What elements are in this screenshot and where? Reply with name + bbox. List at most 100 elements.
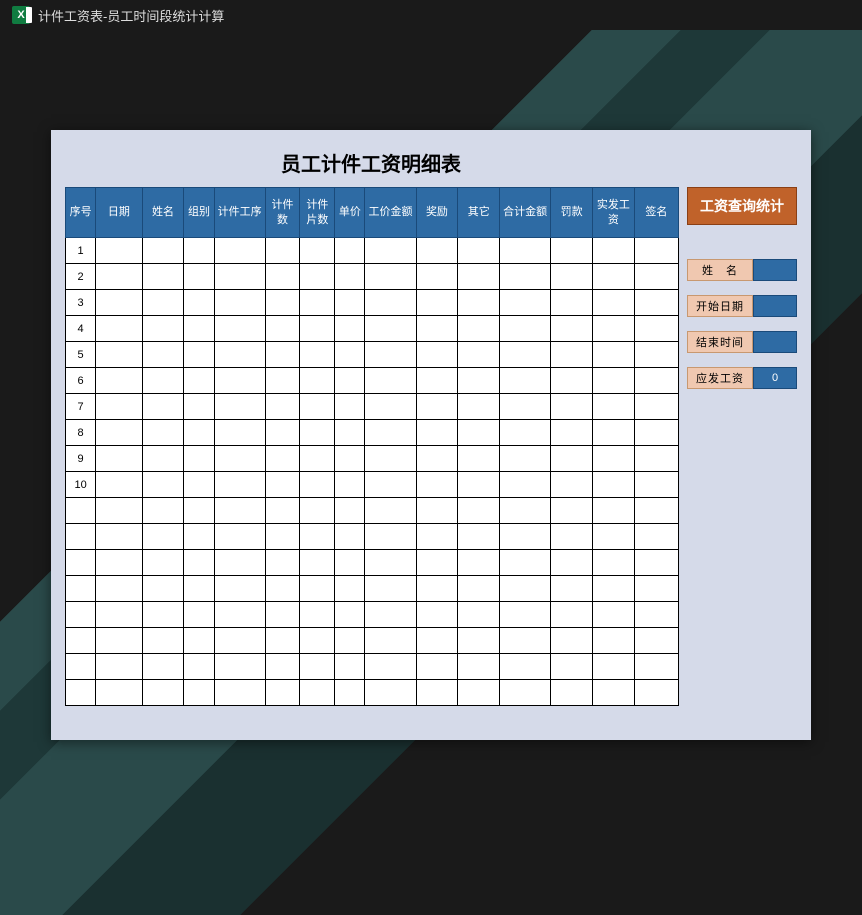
cell-other[interactable] <box>458 290 500 316</box>
cell-bonus[interactable] <box>416 654 458 680</box>
cell-penalty[interactable] <box>551 394 593 420</box>
cell-name[interactable] <box>142 576 184 602</box>
cell-bonus[interactable] <box>416 316 458 342</box>
cell-penalty[interactable] <box>551 576 593 602</box>
cell-proc[interactable] <box>214 394 265 420</box>
cell-pieces[interactable] <box>300 420 335 446</box>
cell-proc[interactable] <box>214 550 265 576</box>
cell-group[interactable] <box>184 238 214 264</box>
cell-sign[interactable] <box>634 342 678 368</box>
cell-seq[interactable]: 2 <box>66 264 96 290</box>
cell-price[interactable] <box>335 628 365 654</box>
cell-price[interactable] <box>335 342 365 368</box>
cell-amount[interactable] <box>365 238 416 264</box>
cell-price[interactable] <box>335 550 365 576</box>
cell-group[interactable] <box>184 342 214 368</box>
cell-proc[interactable] <box>214 290 265 316</box>
cell-group[interactable] <box>184 550 214 576</box>
cell-bonus[interactable] <box>416 498 458 524</box>
cell-count[interactable] <box>265 524 300 550</box>
cell-amount[interactable] <box>365 524 416 550</box>
cell-other[interactable] <box>458 368 500 394</box>
cell-count[interactable] <box>265 394 300 420</box>
cell-actual[interactable] <box>592 654 634 680</box>
cell-count[interactable] <box>265 602 300 628</box>
cell-seq[interactable] <box>66 576 96 602</box>
cell-bonus[interactable] <box>416 524 458 550</box>
cell-seq[interactable] <box>66 498 96 524</box>
cell-total[interactable] <box>500 394 551 420</box>
cell-name[interactable] <box>142 342 184 368</box>
cell-actual[interactable] <box>592 342 634 368</box>
cell-seq[interactable] <box>66 680 96 706</box>
cell-sign[interactable] <box>634 368 678 394</box>
cell-penalty[interactable] <box>551 446 593 472</box>
cell-total[interactable] <box>500 602 551 628</box>
cell-price[interactable] <box>335 316 365 342</box>
cell-pieces[interactable] <box>300 342 335 368</box>
cell-amount[interactable] <box>365 576 416 602</box>
cell-count[interactable] <box>265 576 300 602</box>
cell-seq[interactable]: 10 <box>66 472 96 498</box>
cell-proc[interactable] <box>214 602 265 628</box>
cell-group[interactable] <box>184 628 214 654</box>
cell-actual[interactable] <box>592 602 634 628</box>
cell-total[interactable] <box>500 238 551 264</box>
cell-other[interactable] <box>458 524 500 550</box>
cell-actual[interactable] <box>592 264 634 290</box>
cell-actual[interactable] <box>592 524 634 550</box>
cell-amount[interactable] <box>365 498 416 524</box>
cell-total[interactable] <box>500 628 551 654</box>
cell-penalty[interactable] <box>551 472 593 498</box>
cell-pieces[interactable] <box>300 368 335 394</box>
cell-group[interactable] <box>184 498 214 524</box>
cell-proc[interactable] <box>214 342 265 368</box>
cell-penalty[interactable] <box>551 680 593 706</box>
cell-other[interactable] <box>458 446 500 472</box>
cell-count[interactable] <box>265 680 300 706</box>
cell-actual[interactable] <box>592 368 634 394</box>
cell-price[interactable] <box>335 290 365 316</box>
cell-count[interactable] <box>265 316 300 342</box>
cell-amount[interactable] <box>365 446 416 472</box>
cell-date[interactable] <box>96 472 142 498</box>
cell-other[interactable] <box>458 342 500 368</box>
cell-count[interactable] <box>265 550 300 576</box>
cell-date[interactable] <box>96 290 142 316</box>
cell-penalty[interactable] <box>551 628 593 654</box>
cell-amount[interactable] <box>365 628 416 654</box>
cell-count[interactable] <box>265 290 300 316</box>
cell-other[interactable] <box>458 394 500 420</box>
cell-seq[interactable]: 9 <box>66 446 96 472</box>
cell-penalty[interactable] <box>551 550 593 576</box>
cell-pieces[interactable] <box>300 576 335 602</box>
cell-amount[interactable] <box>365 264 416 290</box>
cell-total[interactable] <box>500 680 551 706</box>
cell-date[interactable] <box>96 576 142 602</box>
cell-total[interactable] <box>500 290 551 316</box>
cell-price[interactable] <box>335 654 365 680</box>
cell-proc[interactable] <box>214 446 265 472</box>
cell-pieces[interactable] <box>300 290 335 316</box>
cell-price[interactable] <box>335 368 365 394</box>
cell-other[interactable] <box>458 628 500 654</box>
cell-bonus[interactable] <box>416 602 458 628</box>
cell-bonus[interactable] <box>416 628 458 654</box>
cell-date[interactable] <box>96 264 142 290</box>
cell-group[interactable] <box>184 602 214 628</box>
cell-seq[interactable]: 3 <box>66 290 96 316</box>
cell-total[interactable] <box>500 576 551 602</box>
cell-sign[interactable] <box>634 238 678 264</box>
cell-proc[interactable] <box>214 654 265 680</box>
cell-count[interactable] <box>265 368 300 394</box>
cell-bonus[interactable] <box>416 550 458 576</box>
name-input[interactable] <box>753 259 797 281</box>
cell-proc[interactable] <box>214 316 265 342</box>
cell-amount[interactable] <box>365 654 416 680</box>
cell-pieces[interactable] <box>300 654 335 680</box>
cell-other[interactable] <box>458 602 500 628</box>
cell-bonus[interactable] <box>416 446 458 472</box>
cell-sign[interactable] <box>634 576 678 602</box>
cell-amount[interactable] <box>365 420 416 446</box>
cell-actual[interactable] <box>592 628 634 654</box>
